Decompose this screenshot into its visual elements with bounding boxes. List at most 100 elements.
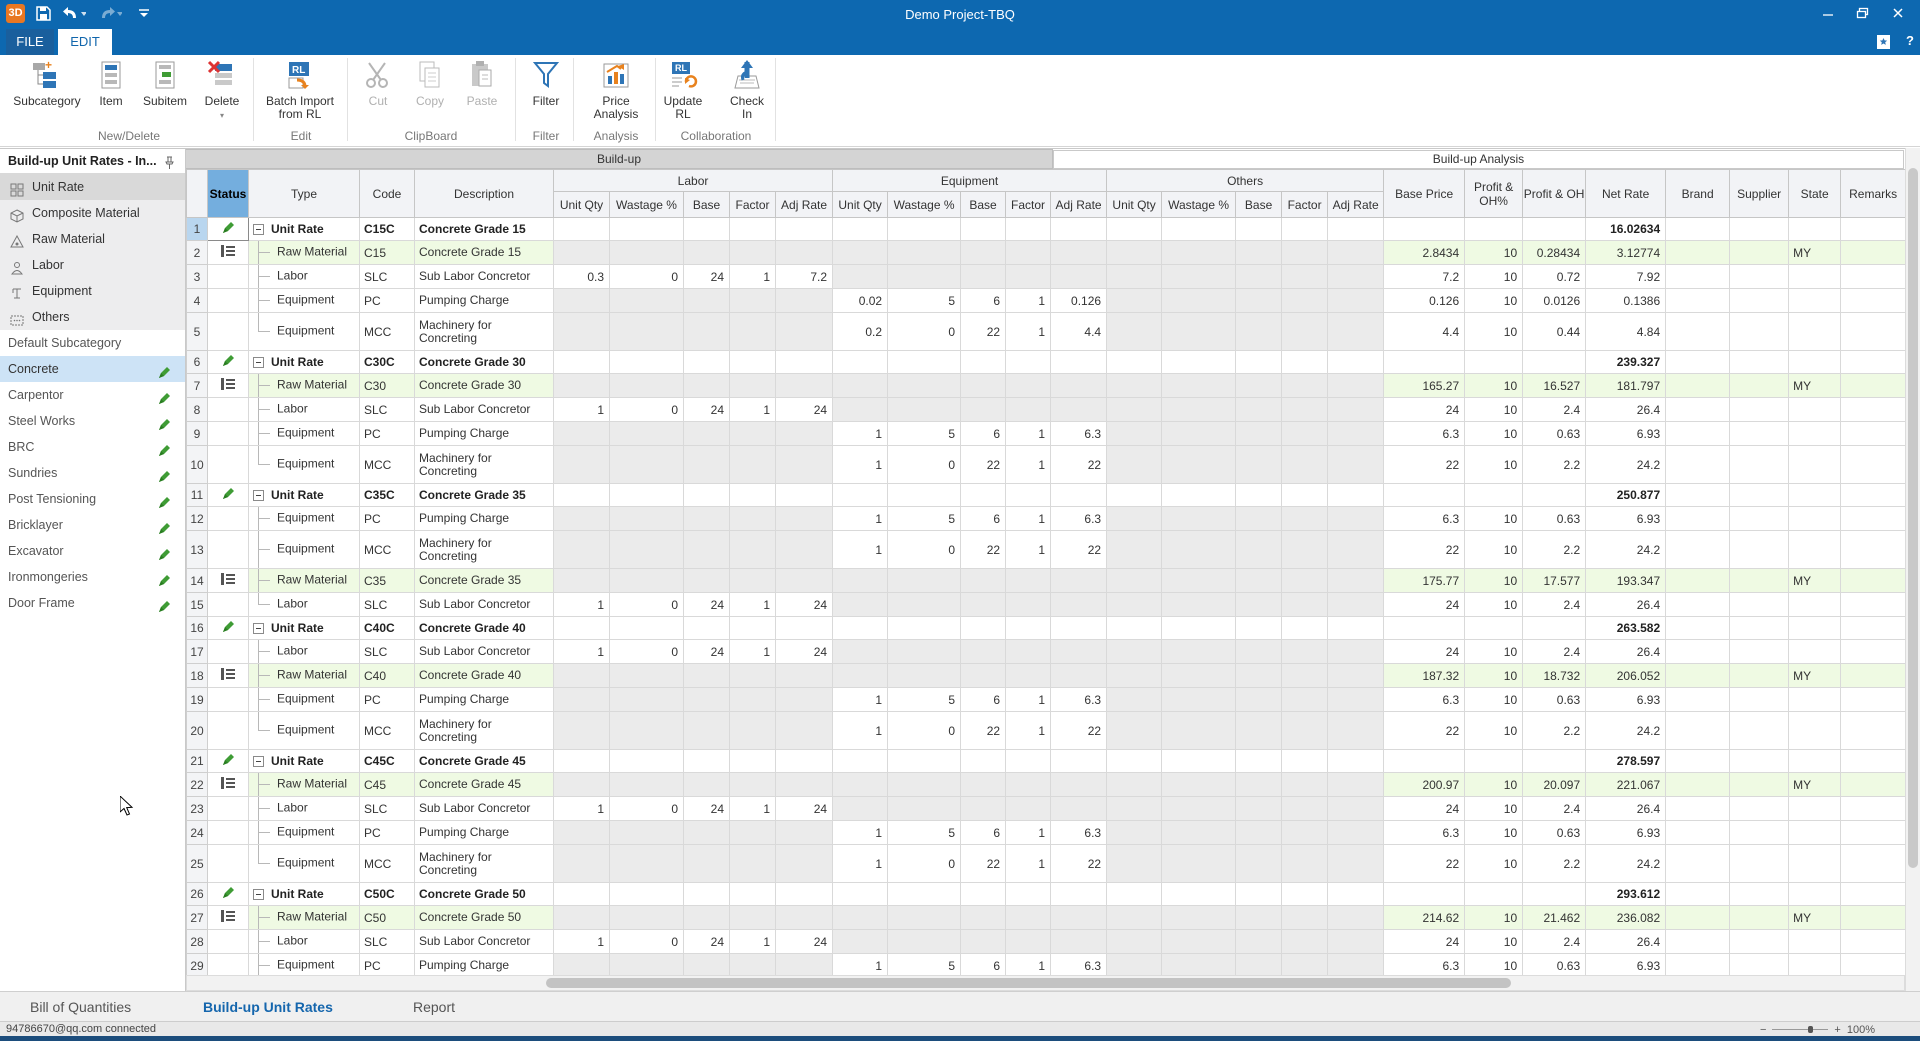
value-cell[interactable]	[1282, 374, 1328, 398]
value-cell[interactable]: 1	[1006, 422, 1051, 446]
value-cell[interactable]	[1328, 664, 1384, 688]
profit-oh-pct-cell[interactable]: 10	[1465, 593, 1523, 617]
value-cell[interactable]	[730, 712, 776, 750]
status-cell-list[interactable]	[208, 241, 249, 265]
code-cell[interactable]: C40	[360, 664, 415, 688]
net-rate-cell[interactable]: 26.4	[1586, 797, 1666, 821]
value-cell[interactable]: 6	[961, 422, 1006, 446]
net-rate-cell[interactable]: 3.12774	[1586, 241, 1666, 265]
base-price-cell[interactable]: 0.126	[1384, 289, 1465, 313]
state-cell[interactable]	[1789, 484, 1841, 507]
sidebar-item-composite-material[interactable]: Composite Material	[0, 200, 185, 226]
value-cell[interactable]	[1328, 241, 1384, 265]
value-cell[interactable]: 1	[1006, 688, 1051, 712]
supplier-cell[interactable]	[1730, 241, 1789, 265]
type-cell[interactable]: Raw Material	[249, 773, 360, 797]
value-cell[interactable]	[1328, 845, 1384, 883]
base-price-cell[interactable]: 22	[1384, 531, 1465, 569]
sidebar-item-unit-rate[interactable]: Unit Rate	[0, 174, 185, 200]
value-cell[interactable]	[888, 750, 961, 773]
value-cell[interactable]: 0.2	[833, 313, 888, 351]
value-cell[interactable]: 6.3	[1051, 507, 1107, 531]
value-cell[interactable]	[1328, 507, 1384, 531]
value-cell[interactable]	[833, 906, 888, 930]
supplier-cell[interactable]	[1730, 398, 1789, 422]
value-cell[interactable]	[1107, 484, 1162, 507]
profit-oh-pct-cell[interactable]: 10	[1465, 930, 1523, 954]
value-cell[interactable]: 1	[833, 688, 888, 712]
value-cell[interactable]	[1236, 241, 1282, 265]
value-cell[interactable]	[1162, 446, 1236, 484]
value-cell[interactable]: 22	[961, 712, 1006, 750]
base-price-cell[interactable]	[1384, 351, 1465, 374]
value-cell[interactable]	[776, 446, 833, 484]
table-row[interactable]: 11Unit RateC35CConcrete Grade 35250.877	[187, 484, 1906, 507]
net-rate-cell[interactable]: 0.1386	[1586, 289, 1666, 313]
value-cell[interactable]	[554, 906, 610, 930]
net-rate-cell[interactable]: 7.92	[1586, 265, 1666, 289]
value-cell[interactable]	[776, 218, 833, 241]
status-cell-list[interactable]	[208, 906, 249, 930]
remarks-cell[interactable]	[1841, 617, 1905, 640]
value-cell[interactable]: 1	[730, 930, 776, 954]
state-cell[interactable]	[1789, 265, 1841, 289]
description-cell[interactable]: Machinery for Concreting	[415, 531, 554, 569]
brand-cell[interactable]	[1666, 507, 1730, 531]
value-cell[interactable]: 1	[730, 593, 776, 617]
value-cell[interactable]	[610, 712, 684, 750]
base-price-cell[interactable]	[1384, 218, 1465, 241]
value-cell[interactable]	[1328, 484, 1384, 507]
description-cell[interactable]: Sub Labor Concretor	[415, 265, 554, 289]
remarks-cell[interactable]	[1841, 265, 1905, 289]
state-cell[interactable]: MY	[1789, 773, 1841, 797]
net-rate-cell[interactable]: 221.067	[1586, 773, 1666, 797]
supplier-cell[interactable]	[1730, 531, 1789, 569]
close-button[interactable]	[1892, 7, 1904, 22]
code-cell[interactable]: PC	[360, 289, 415, 313]
profit-oh-cell[interactable]: 2.4	[1523, 797, 1586, 821]
table-row[interactable]: 6Unit RateC30CConcrete Grade 30239.327	[187, 351, 1906, 374]
value-cell[interactable]	[776, 484, 833, 507]
state-cell[interactable]: MY	[1789, 664, 1841, 688]
supplier-cell[interactable]	[1730, 845, 1789, 883]
state-cell[interactable]	[1789, 617, 1841, 640]
value-cell[interactable]	[684, 712, 730, 750]
column-subheader-factor[interactable]: Factor	[1006, 192, 1051, 218]
value-cell[interactable]	[1282, 398, 1328, 422]
value-cell[interactable]	[1162, 374, 1236, 398]
value-cell[interactable]	[1107, 241, 1162, 265]
remarks-cell[interactable]	[1841, 398, 1905, 422]
brand-cell[interactable]	[1666, 954, 1730, 976]
code-cell[interactable]: SLC	[360, 398, 415, 422]
type-cell[interactable]: Equipment	[249, 712, 360, 750]
value-cell[interactable]	[1107, 797, 1162, 821]
value-cell[interactable]	[961, 351, 1006, 374]
value-cell[interactable]: 1	[833, 821, 888, 845]
remarks-cell[interactable]	[1841, 218, 1905, 241]
type-cell[interactable]: Equipment	[249, 688, 360, 712]
subcategory-item-carpentor[interactable]: Carpentor	[0, 382, 185, 408]
value-cell[interactable]	[684, 845, 730, 883]
remarks-cell[interactable]	[1841, 313, 1905, 351]
value-cell[interactable]	[730, 569, 776, 593]
value-cell[interactable]	[730, 617, 776, 640]
description-cell[interactable]: Sub Labor Concretor	[415, 640, 554, 664]
value-cell[interactable]	[1236, 688, 1282, 712]
table-row[interactable]: 14Raw MaterialC35Concrete Grade 35175.77…	[187, 569, 1906, 593]
supplier-cell[interactable]	[1730, 446, 1789, 484]
base-price-cell[interactable]: 200.97	[1384, 773, 1465, 797]
supplier-cell[interactable]	[1730, 773, 1789, 797]
value-cell[interactable]	[1107, 531, 1162, 569]
status-cell-list[interactable]	[208, 569, 249, 593]
value-cell[interactable]	[888, 218, 961, 241]
code-cell[interactable]: C35	[360, 569, 415, 593]
supplier-cell[interactable]	[1730, 265, 1789, 289]
value-cell[interactable]: 22	[1051, 845, 1107, 883]
value-cell[interactable]: 1	[833, 422, 888, 446]
remarks-cell[interactable]	[1841, 797, 1905, 821]
value-cell[interactable]	[1051, 484, 1107, 507]
subcategory-item-post-tensioning[interactable]: Post Tensioning	[0, 486, 185, 512]
column-header-type[interactable]: Type	[249, 170, 360, 218]
value-cell[interactable]	[1051, 930, 1107, 954]
code-cell[interactable]: MCC	[360, 531, 415, 569]
